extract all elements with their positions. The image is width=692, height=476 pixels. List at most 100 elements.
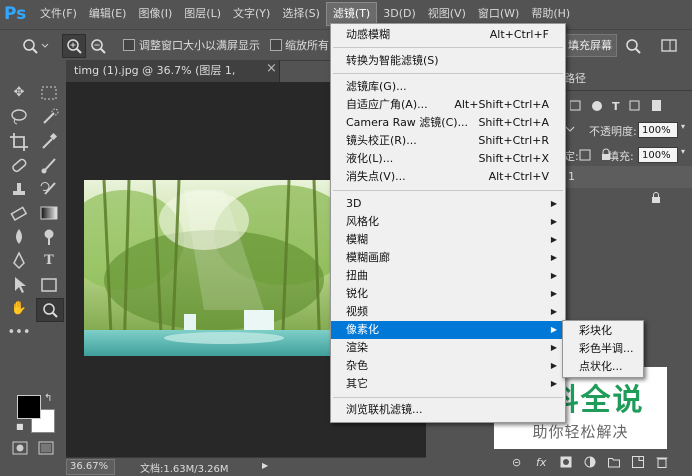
history-brush-tool-icon[interactable] bbox=[36, 178, 62, 200]
menu-file[interactable]: 文件(F) bbox=[34, 3, 83, 25]
menu-item-last-filter[interactable]: 动感模糊 Alt+Ctrl+F bbox=[331, 26, 565, 44]
lasso-tool-icon[interactable] bbox=[6, 106, 32, 128]
foreground-color-front[interactable] bbox=[17, 395, 41, 419]
blend-mode-dropdown[interactable] bbox=[564, 124, 578, 139]
rectangle-tool-icon[interactable] bbox=[36, 274, 62, 296]
search-button[interactable] bbox=[620, 34, 646, 58]
zoom-tool-icon[interactable] bbox=[36, 298, 64, 322]
layer-filter-icons[interactable]: T bbox=[569, 98, 680, 117]
document-size-info: 文档:1.63M/3.26M bbox=[140, 464, 229, 475]
blur-tool-icon[interactable] bbox=[6, 226, 32, 248]
dodge-tool-icon[interactable] bbox=[36, 226, 62, 248]
screen-mode-icon[interactable] bbox=[38, 441, 54, 458]
menu-help[interactable]: 帮助(H) bbox=[525, 3, 576, 25]
panel-divider bbox=[556, 90, 692, 91]
zoom-all-checkbox[interactable] bbox=[270, 39, 282, 51]
submenu-sharpen[interactable]: 锐化 ▶ bbox=[331, 285, 565, 303]
menu-image[interactable]: 图像(I) bbox=[132, 3, 178, 25]
fx-icon[interactable]: fx bbox=[536, 456, 546, 469]
fill-field[interactable]: 100% bbox=[638, 147, 678, 163]
fill-dropdown-icon[interactable]: ▾ bbox=[681, 147, 685, 156]
mask-icon[interactable] bbox=[560, 456, 572, 471]
submenu-arrow-icon: ▶ bbox=[550, 361, 557, 370]
zoom-out-button[interactable] bbox=[86, 34, 110, 58]
path-selection-tool-icon[interactable] bbox=[6, 274, 32, 296]
pen-tool-icon[interactable] bbox=[6, 250, 32, 272]
submenu-item-pointillize[interactable]: 点状化... bbox=[563, 358, 643, 376]
clone-stamp-tool-icon[interactable] bbox=[6, 178, 32, 200]
more-tools-icon[interactable]: ••• bbox=[6, 322, 32, 344]
menu-item-camera-raw[interactable]: Camera Raw 滤镜(C)... Shift+Ctrl+A bbox=[331, 114, 565, 132]
paths-tab[interactable]: 路径 bbox=[564, 70, 586, 86]
submenu-arrow-icon: ▶ bbox=[550, 307, 557, 316]
menu-item-adaptive-wide-angle[interactable]: 自适应广角(A)... Alt+Shift+Ctrl+A bbox=[331, 96, 565, 114]
brush-tool-icon[interactable] bbox=[36, 154, 62, 176]
swap-colors-icon[interactable]: ↰ bbox=[44, 393, 52, 404]
fill-label: 填充: bbox=[608, 150, 634, 163]
marquee-tool-icon[interactable] bbox=[36, 82, 62, 104]
submenu-pixelate[interactable]: 像素化 ▶ bbox=[331, 321, 565, 339]
menu-view[interactable]: 视图(V) bbox=[422, 3, 472, 25]
zoom-tool-preset-picker[interactable] bbox=[16, 34, 52, 58]
zoom-all-label: 缩放所有 bbox=[285, 39, 329, 52]
layer-row[interactable]: 1 bbox=[556, 166, 692, 188]
delete-layer-icon[interactable] bbox=[656, 456, 668, 471]
default-colors-icon[interactable]: ■ bbox=[16, 422, 24, 431]
menu-item-filter-gallery[interactable]: 滤镜库(G)... bbox=[331, 78, 565, 96]
background-layer-row[interactable] bbox=[556, 188, 692, 210]
new-layer-icon[interactable] bbox=[632, 456, 644, 471]
svg-text:T: T bbox=[612, 100, 620, 113]
document-tab[interactable]: timg (1).jpg @ 36.7% (图层 1, RGB/8#) * bbox=[66, 60, 280, 99]
menu-window[interactable]: 窗口(W) bbox=[472, 3, 525, 25]
submenu-arrow-icon: ▶ bbox=[550, 325, 557, 334]
submenu-distort[interactable]: 扭曲 ▶ bbox=[331, 267, 565, 285]
submenu-noise[interactable]: 杂色 ▶ bbox=[331, 357, 565, 375]
submenu-video[interactable]: 视频 ▶ bbox=[331, 303, 565, 321]
eyedropper-tool-icon[interactable] bbox=[36, 130, 62, 152]
menu-edit[interactable]: 编辑(E) bbox=[83, 3, 133, 25]
menu-3d[interactable]: 3D(D) bbox=[377, 3, 422, 25]
close-document-icon[interactable]: × bbox=[266, 61, 277, 76]
eraser-tool-icon[interactable] bbox=[6, 202, 32, 224]
submenu-arrow-icon: ▶ bbox=[550, 379, 557, 388]
menu-select[interactable]: 选择(S) bbox=[276, 3, 326, 25]
submenu-blur[interactable]: 模糊 ▶ bbox=[331, 231, 565, 249]
submenu-stylize[interactable]: 风格化 ▶ bbox=[331, 213, 565, 231]
zoom-in-button[interactable] bbox=[62, 34, 86, 58]
submenu-arrow-icon: ▶ bbox=[550, 253, 557, 262]
menu-type[interactable]: 文字(Y) bbox=[227, 3, 276, 25]
hand-tool-icon[interactable]: ✋ bbox=[6, 298, 32, 320]
menu-item-vanishing-point[interactable]: 消失点(V)... Alt+Ctrl+V bbox=[331, 168, 565, 186]
menu-item-browse-online-filters[interactable]: 浏览联机滤镜... bbox=[331, 401, 565, 419]
type-tool-icon[interactable]: T bbox=[36, 250, 62, 272]
opacity-field[interactable]: 100% bbox=[638, 122, 678, 138]
new-group-icon[interactable] bbox=[608, 456, 620, 471]
gradient-tool-icon[interactable] bbox=[36, 202, 62, 224]
quick-mask-icon[interactable] bbox=[12, 441, 28, 458]
zoom-level-field[interactable]: 36.67% bbox=[66, 459, 115, 475]
healing-brush-tool-icon[interactable] bbox=[6, 154, 32, 176]
link-layers-icon[interactable]: ⊝ bbox=[512, 456, 521, 469]
menu-item-lens-correction[interactable]: 镜头校正(R)... Shift+Ctrl+R bbox=[331, 132, 565, 150]
submenu-render[interactable]: 渲染 ▶ bbox=[331, 339, 565, 357]
quick-selection-tool-icon[interactable] bbox=[36, 106, 62, 128]
menu-item-liquify[interactable]: 液化(L)... Shift+Ctrl+X bbox=[331, 150, 565, 168]
workspace-button[interactable] bbox=[656, 34, 684, 58]
submenu-item-facet[interactable]: 彩块化 bbox=[563, 322, 643, 340]
menu-separator bbox=[333, 190, 563, 191]
submenu-item-color-halftone[interactable]: 彩色半调... bbox=[563, 340, 643, 358]
move-tool-icon[interactable]: ✥ bbox=[6, 82, 32, 104]
adjustment-layer-icon[interactable] bbox=[584, 456, 596, 471]
status-menu-arrow-icon[interactable]: ▶ bbox=[262, 461, 268, 470]
opacity-dropdown-icon[interactable]: ▾ bbox=[681, 122, 685, 131]
submenu-blur-gallery[interactable]: 模糊画廊 ▶ bbox=[331, 249, 565, 267]
resize-window-checkbox[interactable] bbox=[123, 39, 135, 51]
crop-tool-icon[interactable] bbox=[6, 130, 32, 152]
fill-screen-button[interactable]: 填充屏幕 bbox=[563, 34, 617, 57]
layer-row-number: 1 bbox=[568, 170, 575, 183]
submenu-other[interactable]: 其它 ▶ bbox=[331, 375, 565, 393]
menu-item-convert-smart-filter[interactable]: 转换为智能滤镜(S) bbox=[331, 52, 565, 70]
photoshop-logo: Ps bbox=[4, 4, 27, 24]
submenu-3d[interactable]: 3D ▶ bbox=[331, 195, 565, 213]
menu-layer[interactable]: 图层(L) bbox=[178, 3, 227, 25]
